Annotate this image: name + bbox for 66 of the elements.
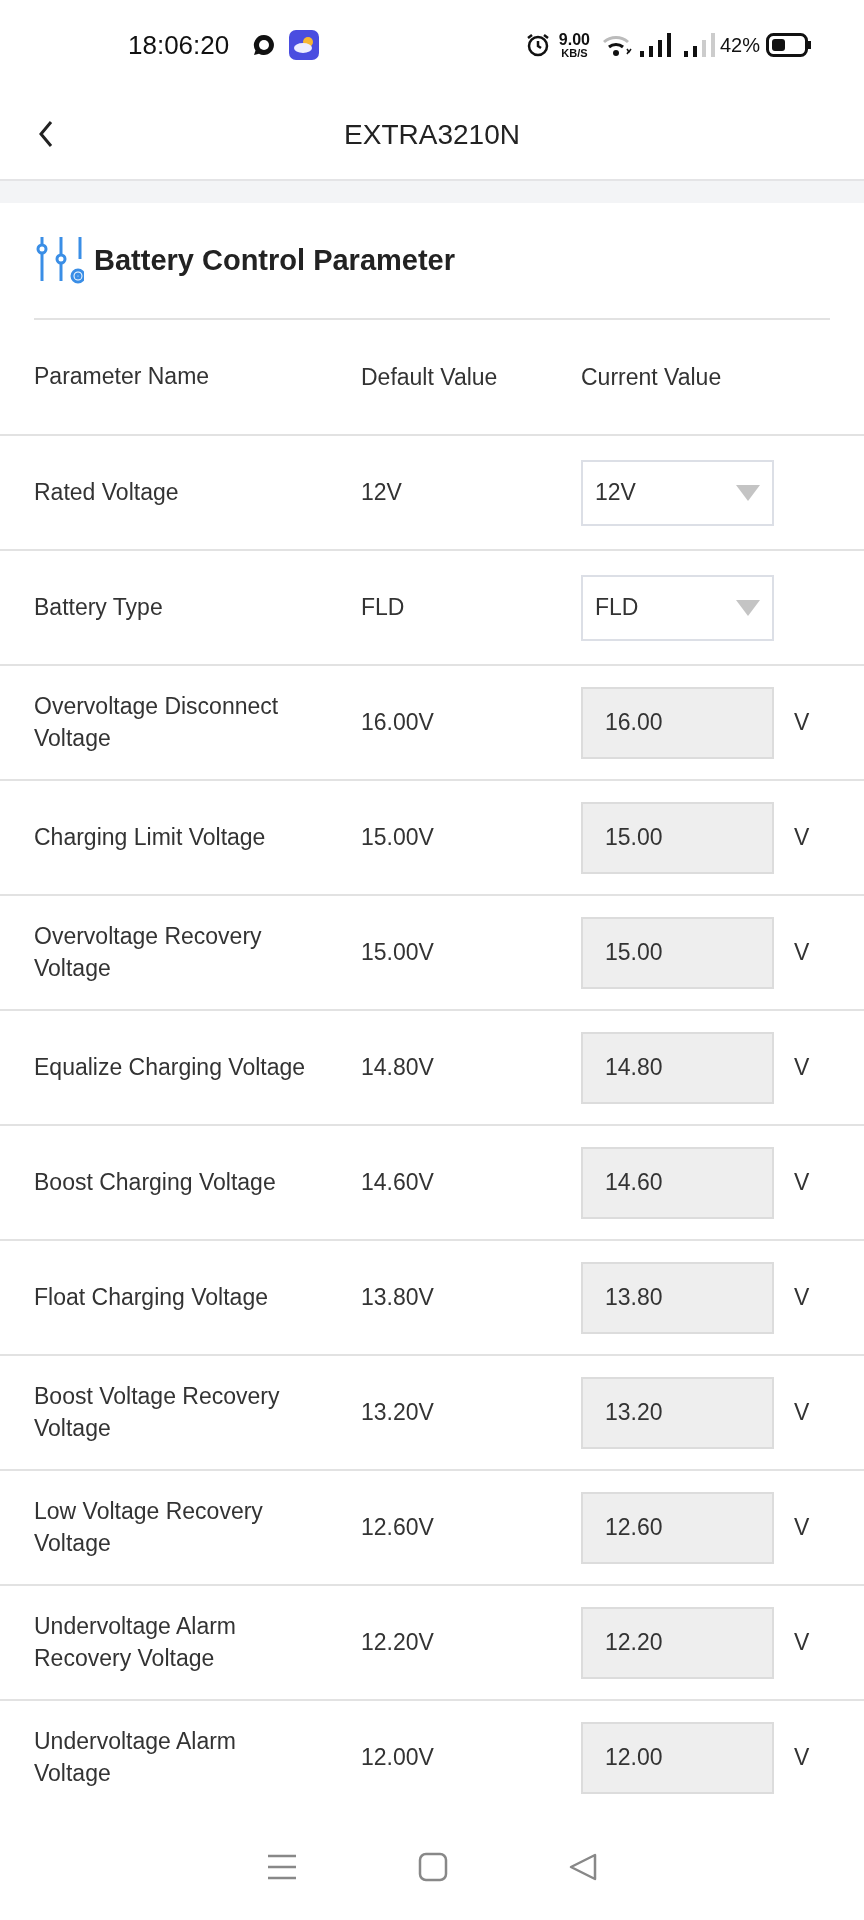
column-header: Default Value <box>361 363 499 391</box>
wifi-icon <box>601 33 632 57</box>
signal-icon <box>639 33 672 57</box>
section-title: Battery Control Parameter <box>94 244 455 277</box>
battery-percent: 42% <box>719 33 760 57</box>
back-nav-icon[interactable] <box>568 1852 598 1882</box>
parameter-name: Charging Limit Voltage <box>34 822 267 852</box>
network-speed: 9.00 <box>558 31 590 48</box>
value-input[interactable]: 12.00 <box>581 1721 774 1794</box>
unit-label: V <box>794 824 810 851</box>
parameter-name: Boost Charging Voltage <box>34 1167 277 1197</box>
unit-label: V <box>794 1399 810 1426</box>
value-input[interactable]: 12.20 <box>581 1606 774 1679</box>
default-value: 13.20V <box>361 1399 435 1426</box>
unit-label: V <box>794 1744 810 1771</box>
caret-icon <box>736 599 760 616</box>
default-value: 12.20V <box>361 1629 435 1656</box>
network-speed-unit: KB/S <box>561 47 588 59</box>
default-value: 14.60V <box>361 1169 435 1196</box>
default-value: 15.00V <box>361 939 435 966</box>
default-value: 14.80V <box>361 1054 435 1081</box>
value-input[interactable]: 14.80 <box>581 1031 774 1104</box>
status-time: 18:06:20 <box>128 29 230 61</box>
back-icon[interactable] <box>38 120 54 148</box>
unit-label: V <box>794 1169 810 1196</box>
unit-label: V <box>794 709 810 736</box>
parameter-name: Undervoltage Alarm Voltage <box>34 1727 237 1788</box>
unit-label: V <box>794 1054 810 1081</box>
value-input[interactable]: 15.00 <box>581 801 774 874</box>
default-value: 15.00V <box>361 824 435 851</box>
parameter-name: Battery Type <box>34 592 164 622</box>
parameter-name: Overvoltage Disconnect Voltage <box>34 692 280 753</box>
value-input[interactable]: 16.00 <box>581 686 774 759</box>
default-value: FLD <box>361 594 406 621</box>
battery-icon <box>766 33 812 57</box>
home-icon[interactable] <box>418 1852 448 1882</box>
parameter-name: Rated Voltage <box>34 477 180 507</box>
default-value: 13.80V <box>361 1284 435 1311</box>
value-input[interactable]: 12.60 <box>581 1491 774 1564</box>
parameter-name: Low Voltage Recovery Voltage <box>34 1497 264 1558</box>
value-dropdown[interactable]: FLD <box>581 574 774 641</box>
value-input[interactable]: 13.80 <box>581 1261 774 1334</box>
default-value: 12.60V <box>361 1514 435 1541</box>
parameter-name: Float Charging Voltage <box>34 1282 269 1312</box>
column-header: Current Value <box>581 363 723 391</box>
parameter-name: Overvoltage Recovery Voltage <box>34 922 263 983</box>
column-header: Parameter Name <box>34 362 211 392</box>
unit-label: V <box>794 1629 810 1656</box>
page-title: EXTRA3210N <box>344 118 520 151</box>
value-input[interactable]: 15.00 <box>581 916 774 989</box>
unit-label: V <box>794 1514 810 1541</box>
parameter-name: Undervoltage Alarm Recovery Voltage <box>34 1612 237 1673</box>
menu-icon[interactable] <box>266 1853 298 1881</box>
caret-icon <box>736 484 760 501</box>
default-value: 16.00V <box>361 709 435 736</box>
weather-app-icon <box>289 30 320 60</box>
value-input[interactable]: 14.60 <box>581 1146 774 1219</box>
parameter-name: Equalize Charging Voltage <box>34 1052 307 1082</box>
default-value: 12.00V <box>361 1744 435 1771</box>
signal-icon <box>683 33 716 57</box>
value-input[interactable]: 13.20 <box>581 1376 774 1449</box>
unit-label: V <box>794 939 810 966</box>
default-value: 12V <box>361 479 403 506</box>
parameter-name: Boost Voltage Recovery Voltage <box>34 1382 281 1443</box>
unit-label: V <box>794 1284 810 1311</box>
value-dropdown[interactable]: 12V <box>581 459 774 526</box>
